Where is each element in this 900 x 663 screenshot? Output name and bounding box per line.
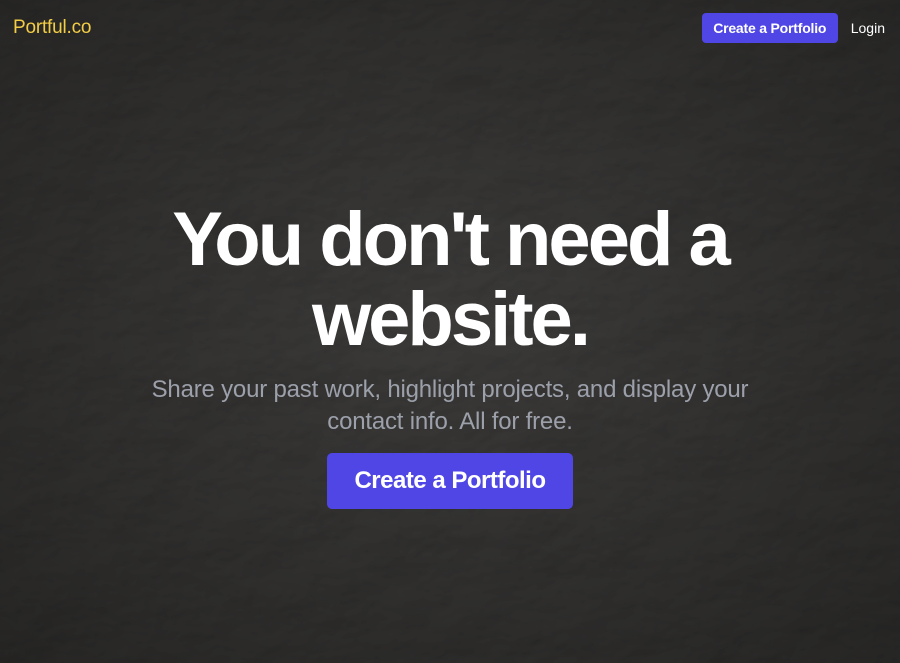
login-link[interactable]: Login: [851, 20, 885, 36]
hero-subtitle: Share your past work, highlight projects…: [151, 376, 749, 435]
hero-create-portfolio-button[interactable]: Create a Portfolio: [327, 453, 573, 509]
nav-actions: Create a Portfolio Login: [701, 13, 885, 43]
top-navbar: Portful.co Create a Portfolio Login: [0, 0, 900, 56]
hero-section: You don't need a website. Share your pas…: [0, 200, 900, 509]
logo-link[interactable]: Portful.co: [13, 16, 91, 40]
hero-title: You don't need a website.: [172, 197, 731, 362]
nav-create-portfolio-button[interactable]: Create a Portfolio: [701, 13, 838, 43]
